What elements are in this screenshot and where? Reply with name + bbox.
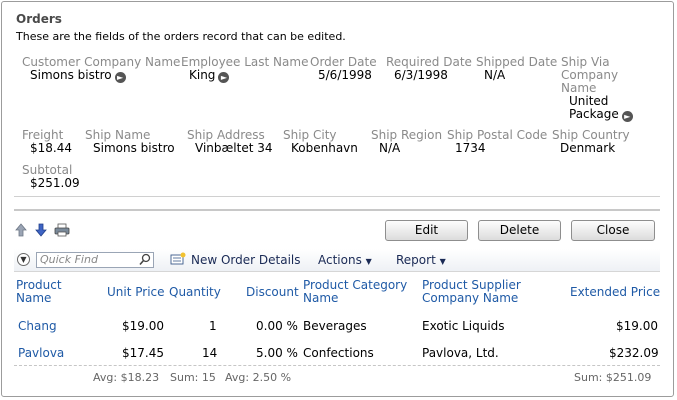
circle-arrow-right-icon[interactable]: ► bbox=[621, 111, 633, 122]
quick-find-placeholder: Quick Find bbox=[40, 253, 98, 266]
freight-value: $18.44 bbox=[30, 141, 72, 155]
form-description: These are the fields of the orders recor… bbox=[16, 30, 346, 43]
form-divider bbox=[14, 209, 660, 211]
field-separator bbox=[14, 196, 660, 197]
header-quantity[interactable]: Quantity bbox=[169, 286, 221, 299]
shipped-date-value: N/A bbox=[484, 68, 506, 82]
row-1-product-link[interactable]: Chang bbox=[18, 319, 57, 333]
quick-find-input[interactable]: Quick Find bbox=[36, 252, 154, 268]
footer-avg-unit-price: Avg: $18.23 bbox=[93, 371, 160, 384]
orders-form-panel: Orders These are the fields of the order… bbox=[1, 1, 674, 397]
delete-button[interactable]: Delete bbox=[478, 220, 561, 241]
dropdown-arrow-icon: ▼ bbox=[365, 257, 372, 266]
header-extended-price[interactable]: Extended Price bbox=[570, 286, 660, 299]
customer-company-name-value[interactable]: Simons bistro ► bbox=[30, 69, 126, 83]
header-product-category-name[interactable]: Product Category Name bbox=[303, 279, 407, 305]
header-category-line2: Name bbox=[303, 291, 339, 305]
report-menu[interactable]: Report ▼ bbox=[396, 253, 446, 267]
footer-sum-extended-price: Sum: $251.09 bbox=[574, 371, 652, 384]
printer-icon[interactable] bbox=[54, 223, 70, 237]
header-product-supplier-company-name[interactable]: Product Supplier Company Name bbox=[422, 279, 521, 305]
row-1-extended-price: $19.00 bbox=[616, 319, 658, 333]
employee-last-name-text: King bbox=[189, 68, 216, 82]
row-2-quantity: 14 bbox=[202, 346, 218, 360]
ship-region-value: N/A bbox=[379, 141, 401, 155]
arrow-up-icon[interactable] bbox=[15, 223, 27, 237]
employee-last-name-value[interactable]: King ► bbox=[189, 68, 230, 83]
ship-via-text: Package bbox=[569, 107, 619, 121]
ship-name-value: Simons bistro bbox=[93, 141, 175, 155]
row-2-product-link[interactable]: Pavlova bbox=[18, 346, 64, 360]
row-2-discount: 5.00 % bbox=[256, 346, 298, 360]
header-unit-price[interactable]: Unit Price bbox=[107, 286, 165, 299]
row-2-extended-price: $232.09 bbox=[609, 346, 659, 360]
header-product-name[interactable]: Product Name bbox=[16, 279, 62, 305]
new-record-icon[interactable] bbox=[170, 252, 186, 269]
ship-city-value: Kobenhavn bbox=[291, 141, 358, 155]
new-order-details-button[interactable]: New Order Details bbox=[191, 253, 301, 267]
grid-footer-separator bbox=[14, 365, 660, 367]
ship-country-value: Denmark bbox=[560, 141, 616, 155]
row-2-supplier: Pavlova, Ltd. bbox=[422, 346, 499, 360]
ship-postal-code-value: 1734 bbox=[455, 141, 486, 155]
header-supplier-line2: Company Name bbox=[422, 291, 519, 305]
customer-company-name-text: Simons bistro bbox=[30, 68, 112, 82]
required-date-value: 6/3/1998 bbox=[394, 68, 448, 82]
actions-label: Actions bbox=[318, 253, 362, 267]
footer-avg-discount: Avg: 2.50 % bbox=[225, 371, 292, 384]
header-discount[interactable]: Discount bbox=[246, 286, 299, 299]
dropdown-arrow-icon: ▼ bbox=[439, 257, 446, 266]
circle-arrow-right-icon[interactable]: ► bbox=[114, 72, 126, 83]
row-1-supplier: Exotic Liquids bbox=[422, 319, 505, 333]
form-title: Orders bbox=[16, 12, 62, 26]
row-1-discount: 0.00 % bbox=[256, 319, 298, 333]
report-label: Report bbox=[396, 253, 436, 267]
ship-via-value-line2[interactable]: Package ► bbox=[569, 108, 633, 122]
search-icon[interactable] bbox=[139, 253, 151, 270]
ship-address-value: Vinbæltet 34 bbox=[195, 141, 273, 155]
row-1-quantity: 1 bbox=[209, 319, 217, 333]
collapse-chevron-icon[interactable]: ▼ bbox=[17, 253, 30, 266]
subtotal-value: $251.09 bbox=[30, 176, 80, 190]
footer-sum-quantity: Sum: 15 bbox=[170, 371, 216, 384]
actions-menu[interactable]: Actions ▼ bbox=[318, 253, 372, 267]
order-date-value: 5/6/1998 bbox=[318, 68, 372, 82]
edit-button[interactable]: Edit bbox=[385, 220, 468, 241]
arrow-down-icon[interactable] bbox=[35, 223, 47, 237]
row-2-unit-price: $17.45 bbox=[122, 346, 164, 360]
row-1-unit-price: $19.00 bbox=[122, 319, 164, 333]
close-button[interactable]: Close bbox=[571, 220, 655, 241]
row-2-category: Confections bbox=[303, 346, 374, 360]
row-1-category: Beverages bbox=[303, 319, 367, 333]
circle-arrow-right-icon[interactable]: ► bbox=[218, 72, 230, 83]
grid-toolbar: ▼ Quick Find New Order Details Actions ▼… bbox=[14, 249, 660, 272]
header-product-name-line2: Name bbox=[16, 291, 52, 305]
